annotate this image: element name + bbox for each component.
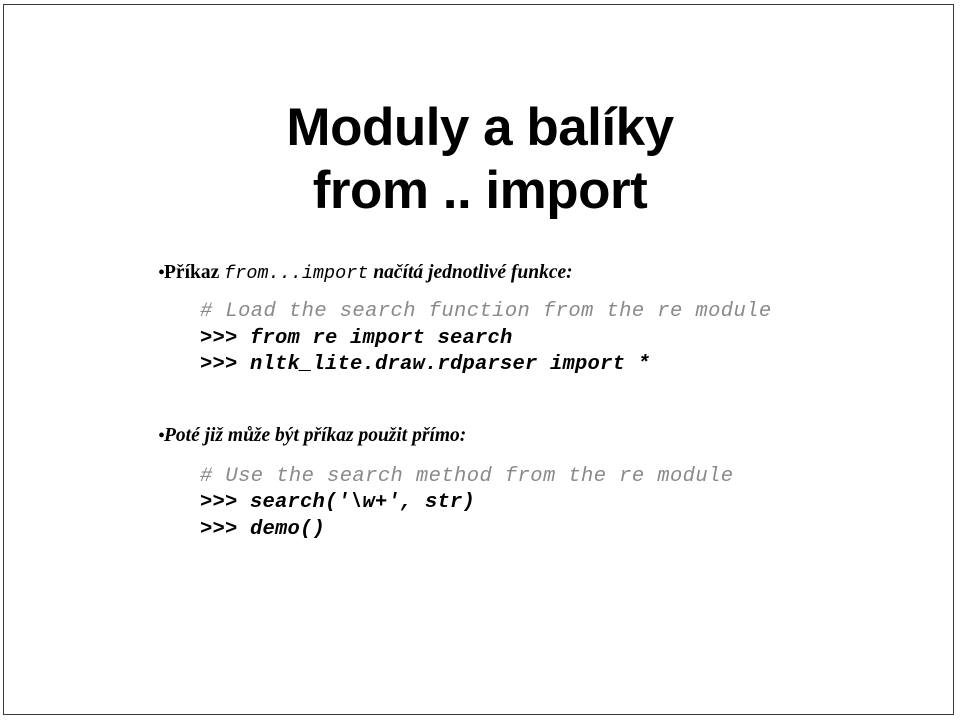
bullet-1-italic: načítá jednotlivé funkce: — [368, 262, 573, 283]
code-line-comment: # Load the search function from the re m… — [200, 300, 772, 323]
bullet-1-mono: from...import — [224, 263, 369, 284]
bullet-2-italic: Poté již může být příkaz použit přímo: — [164, 424, 467, 446]
title-line-2: from .. import — [312, 161, 648, 220]
code-line-prompt: >>> from re import search — [200, 326, 513, 350]
code-line-prompt: >>> search('\w+', str) — [200, 491, 476, 514]
title-line-1: Moduly a balíky — [286, 98, 674, 157]
bullet-dot-icon: • — [158, 262, 166, 284]
code-line-prompt: >>> nltk_lite.draw.rdparser import * — [200, 353, 651, 376]
bullet-2-text: Poté již může být příkaz použit přímo: — [164, 421, 466, 451]
bullet-item-2: • Poté již může být příkaz použit přímo: — [0, 421, 960, 451]
code-line-comment: # Use the search method from the re modu… — [200, 464, 734, 488]
bullet-item-1: • Příkaz from...import načítá jednotlivé… — [0, 258, 960, 289]
code-block-2: # Use the search method from the re modu… — [0, 464, 960, 544]
bullet-dot-icon: • — [158, 424, 166, 447]
bullet-1-strong: Příkaz — [164, 262, 225, 283]
slide-title: Moduly a balíky from .. import — [0, 96, 960, 222]
slide-body: • Příkaz from...import načítá jednotlivé… — [0, 258, 960, 543]
code-line-prompt: >>> demo() — [200, 517, 326, 541]
code-block-1: # Load the search function from the re m… — [0, 299, 960, 379]
bullet-1-text: Příkaz from...import načítá jednotlivé f… — [164, 258, 573, 289]
slide-canvas: Moduly a balíky from .. import • Příkaz … — [0, 0, 960, 721]
